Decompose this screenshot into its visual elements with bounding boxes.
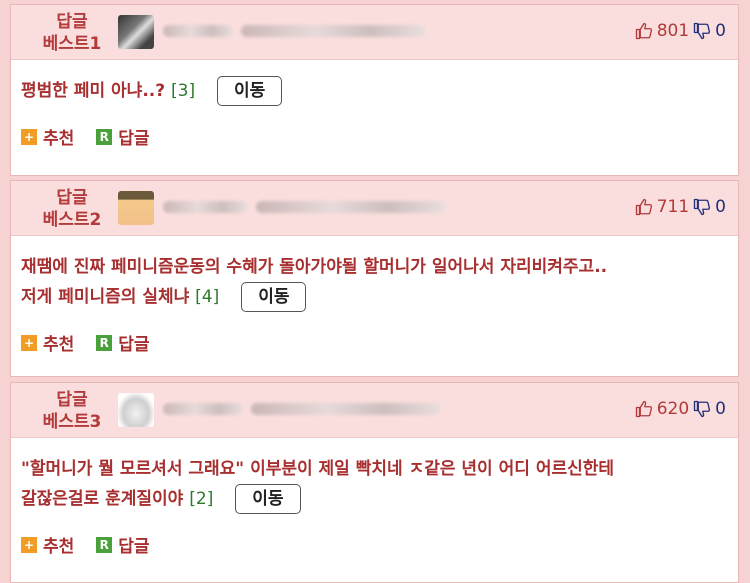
best-rank-label: 답글 베스트3 (29, 389, 115, 433)
reply-r-icon: R (96, 536, 113, 553)
reply-r-icon: R (96, 128, 113, 145)
comment-body: "할머니가 뭘 모르셔서 그래요" 이부분이 제일 빡치네 ㅈ같은 년이 어디 … (11, 438, 738, 567)
rank-line-reply: 답글 (56, 390, 88, 410)
reply-button[interactable]: R 답글 (96, 124, 150, 149)
rank-line-best: 베스트1 (42, 34, 102, 54)
plus-icon: + (21, 128, 37, 145)
reply-button[interactable]: R 답글 (96, 330, 150, 355)
recommend-label: 추천 (43, 129, 75, 149)
reply-r-icon: R (96, 334, 113, 351)
username-blurred (163, 403, 243, 415)
comment-body: 평범한 페미 아냐..? [3] 이동 + 추천 R 답글 (11, 60, 738, 159)
reply-count: [4] (195, 287, 220, 307)
move-button[interactable]: 이동 (235, 484, 301, 514)
thumbs-down-icon[interactable] (693, 22, 711, 40)
thumbs-down-icon[interactable] (693, 198, 711, 216)
avatar[interactable] (118, 15, 154, 49)
comment-card-3: 답글 베스트3 620 0 "할머니가 뭘 모르셔서 그래요" 이부분이 제일 … (10, 382, 739, 583)
reply-count: [2] (189, 489, 214, 509)
recommend-button[interactable]: + 추천 (21, 124, 74, 149)
comment-text-line: 갈잖은걸로 훈계질이야 (21, 489, 184, 509)
timestamp-blurred (251, 403, 441, 415)
username-blurred (163, 201, 248, 213)
comment-header: 답글 베스트2 711 0 (11, 181, 738, 236)
recommend-button[interactable]: + 추천 (21, 330, 74, 355)
comment-text-line: 평범한 페미 아냐..? (21, 81, 166, 101)
plus-icon: + (21, 334, 37, 351)
rank-line-best: 베스트3 (42, 412, 102, 432)
comment-text-line: 저게 페미니즘의 실체냐 (21, 287, 190, 307)
vote-counts: 711 0 (635, 197, 726, 217)
best-replies-panel: 답글 베스트1 801 0 평범한 페미 아냐..? [3] 이동 + 추천 R… (0, 0, 750, 583)
avatar[interactable] (118, 191, 154, 225)
reply-button[interactable]: R 답글 (96, 532, 150, 557)
best-rank-label: 답글 베스트2 (29, 187, 115, 231)
downvote-count: 0 (715, 399, 726, 419)
timestamp-blurred (256, 201, 446, 213)
reply-label: 답글 (118, 537, 150, 557)
plus-icon: + (21, 536, 37, 553)
comment-actions: + 추천 R 답글 (21, 330, 728, 355)
thumbs-up-icon[interactable] (635, 400, 653, 418)
comment-header: 답글 베스트1 801 0 (11, 5, 738, 60)
comment-text-line: "할머니가 뭘 모르셔서 그래요" 이부분이 제일 빡치네 ㅈ같은 년이 어디 … (21, 459, 615, 479)
vote-counts: 620 0 (635, 399, 726, 419)
thumbs-up-icon[interactable] (635, 198, 653, 216)
timestamp-blurred (241, 25, 426, 37)
comment-content: "할머니가 뭘 모르셔서 그래요" 이부분이 제일 빡치네 ㅈ같은 년이 어디 … (21, 454, 728, 514)
recommend-button[interactable]: + 추천 (21, 532, 74, 557)
comment-card-1: 답글 베스트1 801 0 평범한 페미 아냐..? [3] 이동 + 추천 R… (10, 4, 739, 176)
reply-label: 답글 (118, 335, 150, 355)
comment-content: 평범한 페미 아냐..? [3] 이동 (21, 76, 728, 106)
rank-line-best: 베스트2 (42, 210, 102, 230)
downvote-count: 0 (715, 21, 726, 41)
thumbs-down-icon[interactable] (693, 400, 711, 418)
avatar[interactable] (118, 393, 154, 427)
move-button[interactable]: 이동 (217, 76, 283, 106)
recommend-label: 추천 (43, 335, 75, 355)
reply-label: 답글 (118, 129, 150, 149)
comment-header: 답글 베스트3 620 0 (11, 383, 738, 438)
rank-line-reply: 답글 (56, 188, 88, 208)
best-rank-label: 답글 베스트1 (29, 11, 115, 55)
comment-body: 재땜에 진짜 페미니즘운동의 수혜가 돌아가야될 할머니가 일어나서 자리비켜주… (11, 236, 738, 365)
recommend-label: 추천 (43, 537, 75, 557)
reply-count: [3] (171, 81, 196, 101)
username-blurred (163, 25, 233, 37)
move-button[interactable]: 이동 (241, 282, 307, 312)
upvote-count: 711 (656, 197, 690, 217)
upvote-count: 620 (656, 399, 690, 419)
comment-content: 재땜에 진짜 페미니즘운동의 수혜가 돌아가야될 할머니가 일어나서 자리비켜주… (21, 252, 728, 312)
rank-line-reply: 답글 (56, 12, 88, 32)
vote-counts: 801 0 (635, 21, 726, 41)
comment-actions: + 추천 R 답글 (21, 532, 728, 557)
downvote-count: 0 (715, 197, 726, 217)
comment-text-line: 재땜에 진짜 페미니즘운동의 수혜가 돌아가야될 할머니가 일어나서 자리비켜주… (21, 257, 608, 277)
comment-actions: + 추천 R 답글 (21, 124, 728, 149)
thumbs-up-icon[interactable] (635, 22, 653, 40)
comment-card-2: 답글 베스트2 711 0 재땜에 진짜 페미니즘운동의 수혜가 돌아가야될 할… (10, 180, 739, 377)
upvote-count: 801 (656, 21, 690, 41)
